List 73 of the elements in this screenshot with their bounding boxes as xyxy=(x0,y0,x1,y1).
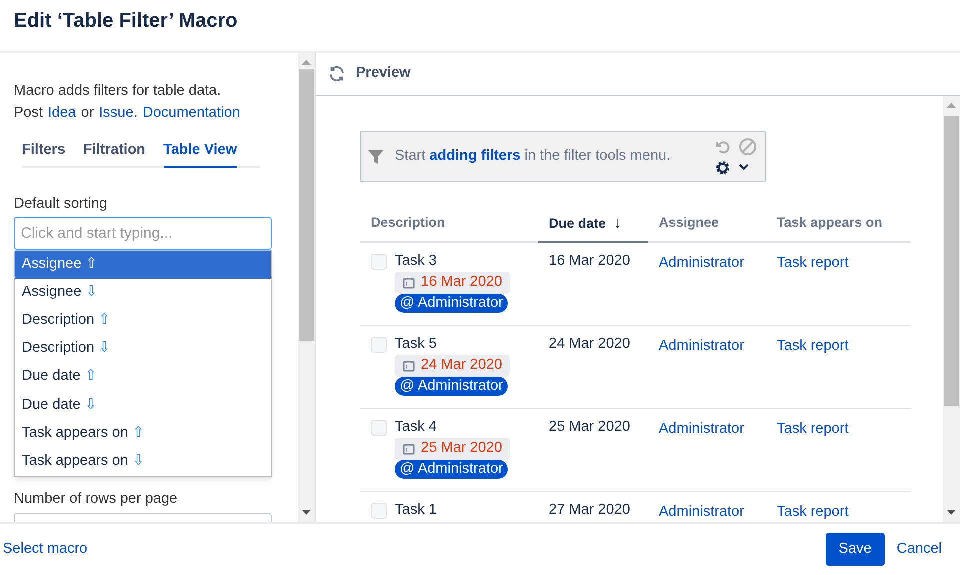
refresh-icon[interactable] xyxy=(328,65,346,83)
page-link[interactable]: Task report xyxy=(777,338,849,354)
due-date-cell: 16 Mar 2020 xyxy=(538,242,648,325)
preview-title: Preview xyxy=(356,64,411,84)
scroll-down-icon[interactable] xyxy=(947,510,956,515)
assignee-link[interactable]: Administrator xyxy=(659,420,744,436)
assignee-link[interactable]: Administrator xyxy=(659,338,744,354)
save-button[interactable]: Save xyxy=(826,533,885,566)
task-name: Task 5 xyxy=(395,334,437,354)
column-header[interactable]: Assignee xyxy=(648,206,766,242)
task-name: Task 4 xyxy=(395,418,437,436)
task-checkbox[interactable] xyxy=(371,502,387,518)
calendar-icon xyxy=(403,360,415,372)
undo-icon[interactable] xyxy=(715,138,731,154)
sorting-option[interactable]: Description ⇧ xyxy=(15,306,271,336)
due-date-cell: 27 Mar 2020 xyxy=(538,491,648,522)
sorting-option[interactable]: Assignee ⇧ xyxy=(15,250,271,279)
scroll-up-icon[interactable] xyxy=(947,103,956,108)
column-header[interactable]: Due date ↓ xyxy=(538,206,648,242)
date-lozenge: 24 Mar 2020 xyxy=(395,354,510,376)
sorting-option[interactable]: Description ⇩ xyxy=(15,335,271,364)
cancel-link[interactable]: Cancel xyxy=(896,538,942,560)
tab[interactable]: Table View xyxy=(164,140,238,168)
field-label: Number of rows per page xyxy=(14,490,179,509)
sorting-option[interactable]: Due date ⇩ xyxy=(15,391,271,420)
link[interactable]: Idea xyxy=(48,102,76,124)
task-name: Task 3 xyxy=(395,252,437,271)
tab[interactable]: Filtration xyxy=(84,140,146,168)
task-checkbox[interactable] xyxy=(371,420,387,436)
column-header[interactable]: Task appears on xyxy=(766,206,911,242)
task-checkbox[interactable] xyxy=(371,336,387,352)
due-date-cell: 24 Mar 2020 xyxy=(538,325,648,408)
task-name: Task 1 xyxy=(395,500,437,520)
chevron-down-icon[interactable] xyxy=(739,164,749,171)
scroll-up-icon[interactable] xyxy=(302,60,311,65)
post-text: Post xyxy=(14,104,44,123)
column-header[interactable]: Description xyxy=(360,206,538,242)
scrollbar-thumb[interactable] xyxy=(944,116,959,406)
dialog-title: Edit ‘Table Filter’ Macro xyxy=(14,9,239,34)
intro-text: Macro adds filters for table data. xyxy=(14,82,222,101)
date-lozenge: 16 Mar 2020 xyxy=(395,272,510,294)
mention-lozenge[interactable]: @ Administrator xyxy=(395,460,508,478)
scroll-down-icon[interactable] xyxy=(302,510,311,515)
funnel-icon xyxy=(367,148,385,166)
scrollbar[interactable] xyxy=(298,53,315,522)
calendar-icon xyxy=(403,277,415,289)
or-text: or xyxy=(81,104,94,123)
assignee-link[interactable]: Administrator xyxy=(659,504,744,520)
sorting-option[interactable]: Due date ⇧ xyxy=(15,363,271,392)
sorting-option[interactable]: Task appears on ⇩ xyxy=(15,448,271,476)
page-link[interactable]: Task report xyxy=(777,504,849,520)
filter-hint: Start adding filters in the filter tools menu. xyxy=(395,146,671,166)
link[interactable]: Issue. xyxy=(99,102,138,124)
sorting-input-field[interactable]: Click and start typing... xyxy=(14,216,272,250)
page-link[interactable]: Task report xyxy=(777,420,849,436)
sorting-option[interactable]: Task appears on ⇧ xyxy=(15,420,271,448)
page-link[interactable]: Task report xyxy=(777,255,849,271)
select-macro-link[interactable]: Select macro xyxy=(3,538,88,560)
link[interactable]: Documentation xyxy=(142,102,240,124)
due-date-cell: 25 Mar 2020 xyxy=(538,408,648,491)
settings-icon[interactable] xyxy=(715,160,731,176)
scrollbar[interactable] xyxy=(943,96,960,522)
assignee-link[interactable]: Administrator xyxy=(659,255,744,271)
calendar-icon xyxy=(403,442,415,454)
field-label: Default sorting xyxy=(14,194,108,214)
task-checkbox[interactable] xyxy=(371,254,387,270)
mention-lozenge[interactable]: @ Administrator xyxy=(395,376,508,396)
date-lozenge: 25 Mar 2020 xyxy=(395,438,510,460)
mention-lozenge[interactable]: @ Administrator xyxy=(395,294,508,313)
block-icon[interactable] xyxy=(739,138,757,156)
scrollbar-thumb[interactable] xyxy=(299,69,314,341)
sorting-option[interactable]: Assignee ⇩ xyxy=(15,278,271,307)
tab[interactable]: Filters xyxy=(22,140,66,168)
